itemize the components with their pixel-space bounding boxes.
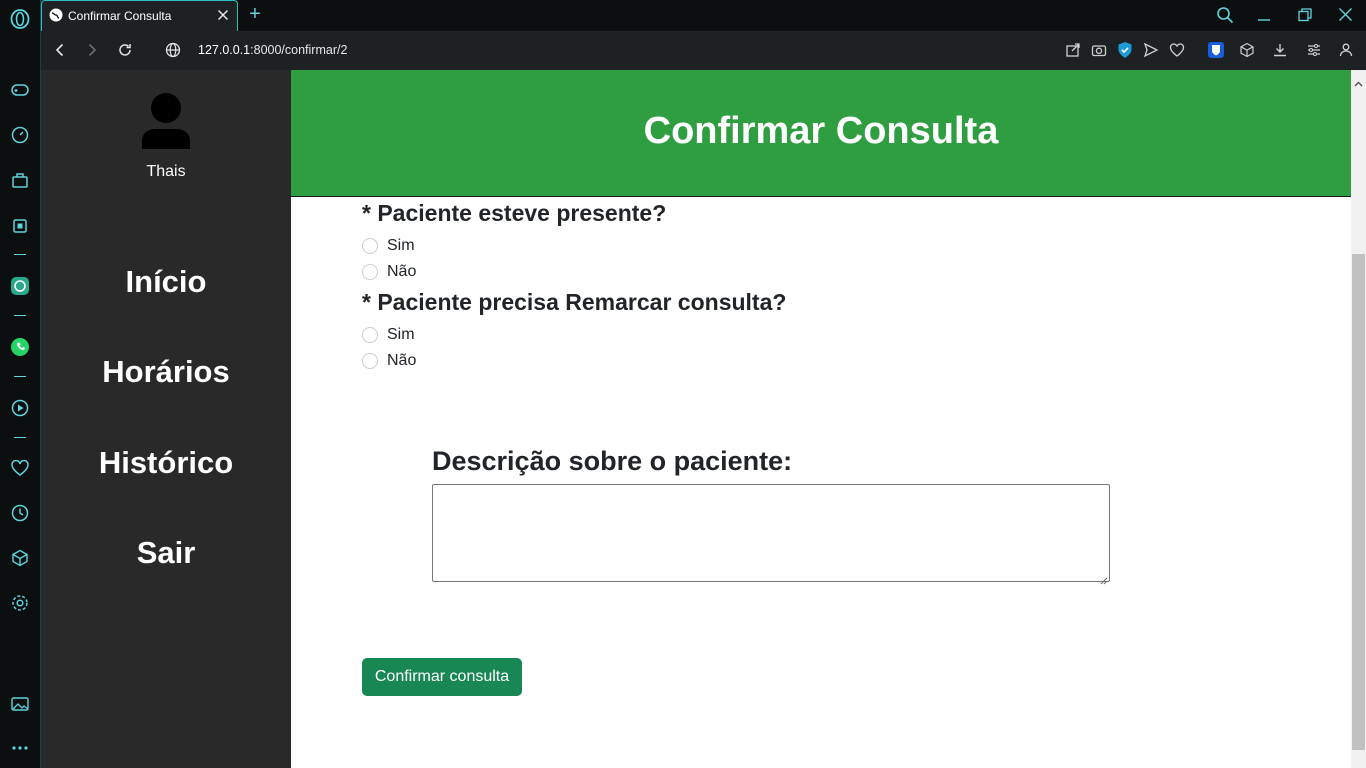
more-dots-icon[interactable] [10, 738, 30, 758]
radio-reschedule-nao[interactable]: Não [362, 351, 416, 371]
extensions-cube-icon[interactable] [1239, 42, 1255, 63]
profile-icon[interactable] [1339, 42, 1353, 63]
radio-present-sim[interactable]: Sim [362, 236, 415, 256]
scrollbar-thumb[interactable] [1352, 254, 1365, 750]
bookmark-heart-icon[interactable] [1169, 42, 1185, 63]
app-sidebar: Thais Início Horários Histórico Sair [41, 70, 291, 768]
radio-button[interactable] [362, 264, 378, 280]
window-close-icon[interactable] [1338, 7, 1353, 27]
tab-close-icon[interactable] [215, 7, 231, 23]
globe-favicon-icon [49, 8, 63, 27]
history-clock-icon[interactable] [10, 503, 30, 523]
heart-icon[interactable] [10, 458, 30, 478]
nav-historico[interactable]: Histórico [41, 445, 291, 481]
forward-arrow-icon[interactable] [84, 42, 100, 63]
bag-icon[interactable] [10, 170, 30, 190]
page-header: Confirmar Consulta [291, 70, 1351, 197]
nav-sair[interactable]: Sair [41, 535, 291, 571]
chatgpt-icon[interactable] [10, 276, 30, 296]
gallery-icon[interactable] [10, 694, 30, 714]
radio-button[interactable] [362, 238, 378, 254]
send-icon[interactable] [1143, 42, 1159, 63]
description-textarea[interactable] [432, 484, 1110, 582]
url-text[interactable]: 127.0.0.1:8000/confirmar/2 [198, 43, 347, 57]
snapshot-camera-icon[interactable] [1091, 42, 1107, 63]
scroll-up-arrow-icon[interactable] [1354, 74, 1363, 92]
speed-dial-icon[interactable] [10, 125, 30, 145]
site-info-globe-icon[interactable] [165, 42, 181, 63]
radio-label: Sim [387, 326, 415, 343]
chip-icon[interactable] [10, 216, 30, 236]
description-label: Descrição sobre o paciente: [432, 446, 793, 476]
page-viewport: Thais Início Horários Histórico Sair Con… [41, 70, 1366, 768]
opera-logo-icon[interactable] [10, 9, 30, 29]
browser-sidebar [0, 0, 41, 768]
easy-setup-icon[interactable] [1306, 42, 1322, 63]
address-bar: 127.0.0.1:8000/confirmar/2 [41, 31, 1366, 70]
confirm-consulta-button[interactable]: Confirmar consulta [362, 658, 522, 696]
tab-title: Confirmar Consulta [68, 9, 172, 23]
restore-icon[interactable] [1298, 8, 1312, 27]
radio-label: Não [387, 352, 417, 369]
player-icon[interactable] [10, 398, 30, 418]
radio-label: Sim [387, 237, 415, 254]
active-tab[interactable]: Confirmar Consulta [41, 0, 238, 31]
adblock-shield-icon[interactable] [1117, 41, 1133, 64]
radio-button[interactable] [362, 353, 378, 369]
radio-reschedule-sim[interactable]: Sim [362, 325, 415, 345]
search-tabs-icon[interactable] [1216, 6, 1234, 29]
gamepad-icon[interactable] [10, 80, 30, 100]
resize-grip-icon[interactable] [1100, 572, 1108, 585]
radio-button[interactable] [362, 327, 378, 343]
page-title: Confirmar Consulta [643, 110, 999, 152]
nav-inicio[interactable]: Início [41, 264, 291, 300]
radio-label: Não [387, 263, 417, 280]
url-path: :8000/confirmar/2 [250, 43, 348, 57]
download-icon[interactable] [1272, 42, 1288, 63]
url-host: 127.0.0.1 [198, 43, 251, 57]
reload-icon[interactable] [117, 42, 133, 63]
question-present-label: * Paciente esteve presente? [362, 200, 667, 226]
user-avatar-icon [142, 93, 190, 149]
whatsapp-icon[interactable] [10, 337, 30, 357]
username-label: Thais [146, 163, 186, 180]
question-reschedule-label: * Paciente precisa Remarcar consulta? [362, 289, 787, 315]
new-tab-plus-icon[interactable]: + [245, 4, 265, 24]
cube-icon[interactable] [10, 548, 30, 568]
nav-horarios[interactable]: Horários [41, 354, 291, 390]
tab-strip: Confirmar Consulta + [41, 0, 1366, 31]
share-icon[interactable] [1065, 42, 1081, 63]
bitwarden-extension-icon[interactable] [1208, 42, 1224, 63]
radio-present-nao[interactable]: Não [362, 262, 416, 282]
back-arrow-icon[interactable] [52, 42, 68, 63]
minimize-icon[interactable] [1257, 8, 1271, 27]
settings-gear-icon[interactable] [10, 593, 30, 613]
